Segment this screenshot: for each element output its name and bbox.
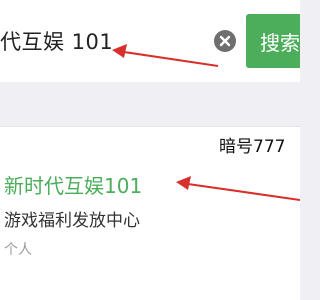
search-button[interactable]: 搜索 — [246, 14, 300, 68]
search-page: 代互娱 101 搜索 暗号777 新时代互娱101 游戏福利发放中心 个人 — [0, 0, 300, 300]
result-name[interactable]: 新时代互娱101 — [4, 170, 142, 199]
clear-icon — [219, 35, 231, 47]
result-type: 个人 — [4, 242, 32, 258]
section-gap — [0, 82, 300, 127]
search-query-text: 代互娱 101 — [0, 30, 114, 54]
annotation-code-label: 暗号777 — [219, 137, 286, 157]
search-bar: 代互娱 101 搜索 — [0, 0, 300, 82]
clear-button[interactable] — [214, 30, 236, 52]
result-description: 游戏福利发放中心 — [4, 211, 140, 231]
search-input[interactable]: 代互娱 101 — [0, 0, 245, 82]
